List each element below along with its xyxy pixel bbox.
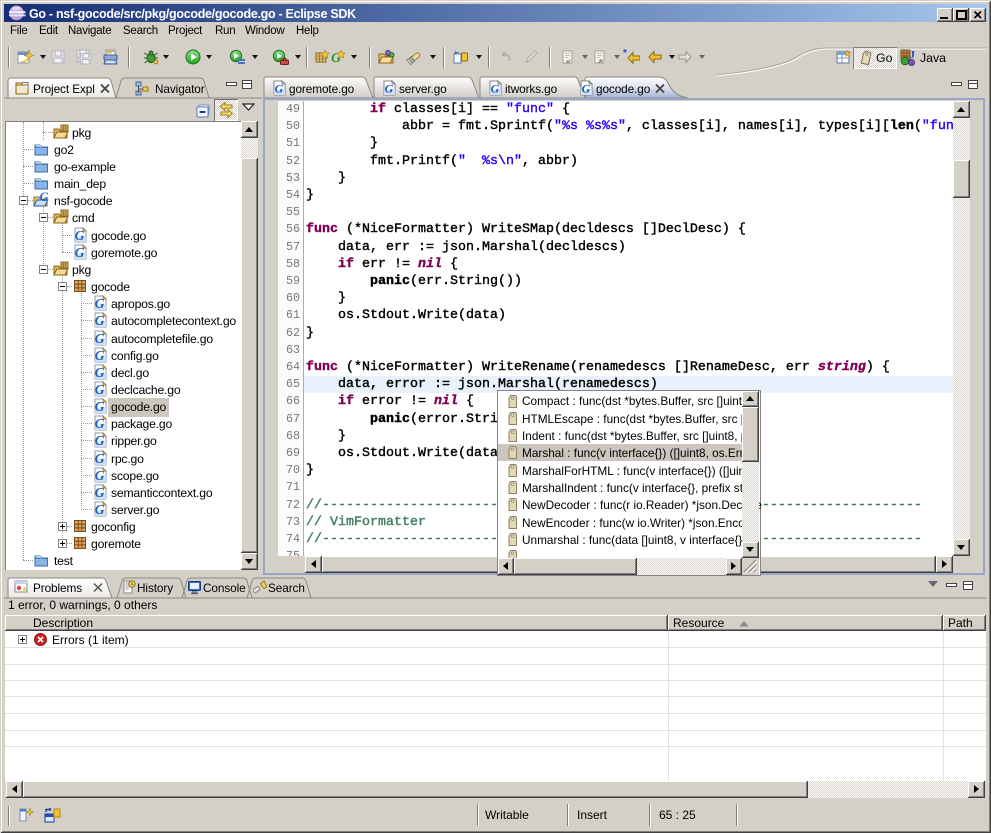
svg-text:G: G [95,416,105,431]
svg-text:G: G [275,82,284,96]
svg-text:G: G [95,468,105,483]
svg-text:G: G [95,485,105,500]
svg-text:G: G [582,82,591,96]
svg-text:G: G [95,365,105,380]
svg-text:G: G [95,433,105,448]
svg-text:G: G [95,502,105,517]
svg-text:G: G [491,82,500,96]
svg-text:G: G [75,228,85,243]
svg-text:G: G [95,451,105,466]
svg-text:G: G [95,348,105,363]
svg-text:G: G [75,245,85,260]
svg-text:G: G [95,313,105,328]
svg-text:G: G [95,296,105,311]
svg-text:G: G [95,382,105,397]
svg-text:J: J [910,49,916,61]
svg-text:G: G [95,399,105,414]
svg-text:G: G [40,192,49,204]
svg-text:G: G [95,331,105,346]
svg-text:G: G [385,82,394,96]
svg-text:*: * [623,49,627,59]
